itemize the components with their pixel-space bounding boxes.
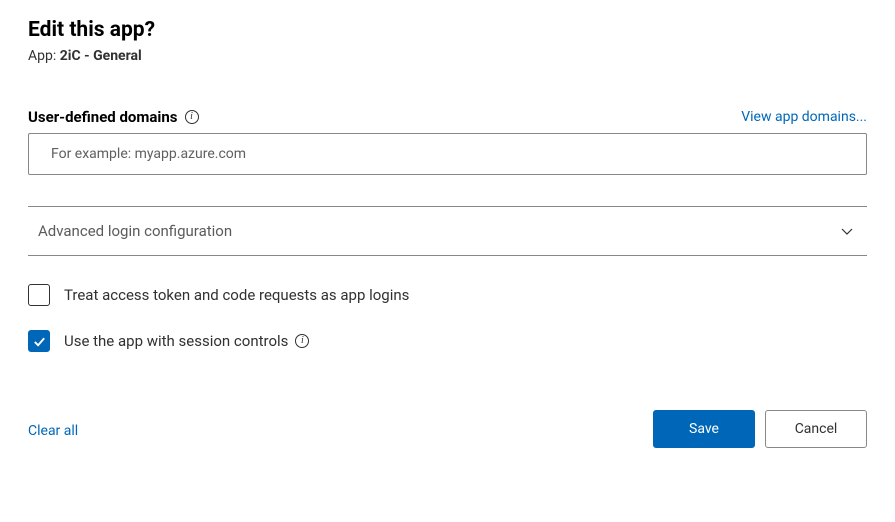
domain-input[interactable] bbox=[28, 133, 867, 175]
footer-left: Clear all bbox=[28, 420, 78, 439]
domains-header-row: User-defined domains i View app domains.… bbox=[28, 108, 867, 126]
session-controls-checkbox[interactable] bbox=[28, 330, 50, 352]
dialog-container: Edit this app? App: 2iC - General User-d… bbox=[0, 0, 895, 468]
domains-header-label: User-defined domains bbox=[28, 108, 178, 126]
dialog-subtitle: App: 2iC - General bbox=[28, 48, 867, 64]
cancel-button[interactable]: Cancel bbox=[765, 410, 867, 448]
info-icon[interactable]: i bbox=[295, 334, 309, 348]
chevron-down-icon bbox=[839, 223, 855, 239]
treat-token-row: Treat access token and code requests as … bbox=[28, 284, 867, 306]
save-button[interactable]: Save bbox=[653, 410, 755, 448]
domains-header: User-defined domains i bbox=[28, 108, 199, 126]
dialog-footer: Clear all Save Cancel bbox=[28, 410, 867, 448]
treat-token-label: Treat access token and code requests as … bbox=[64, 286, 409, 304]
app-name: 2iC - General bbox=[60, 48, 142, 64]
subtitle-prefix: App: bbox=[28, 48, 60, 64]
session-controls-label-text: Use the app with session controls bbox=[64, 332, 288, 350]
clear-all-link[interactable]: Clear all bbox=[28, 423, 78, 439]
treat-token-checkbox[interactable] bbox=[28, 284, 50, 306]
session-controls-label: Use the app with session controls i bbox=[64, 332, 309, 350]
footer-right: Save Cancel bbox=[653, 410, 867, 448]
expander-label: Advanced login configuration bbox=[38, 222, 232, 240]
info-icon[interactable]: i bbox=[185, 110, 199, 124]
view-app-domains-link[interactable]: View app domains... bbox=[741, 109, 867, 125]
dialog-title: Edit this app? bbox=[28, 18, 867, 42]
advanced-login-expander[interactable]: Advanced login configuration bbox=[28, 206, 867, 256]
session-controls-row: Use the app with session controls i bbox=[28, 330, 867, 352]
